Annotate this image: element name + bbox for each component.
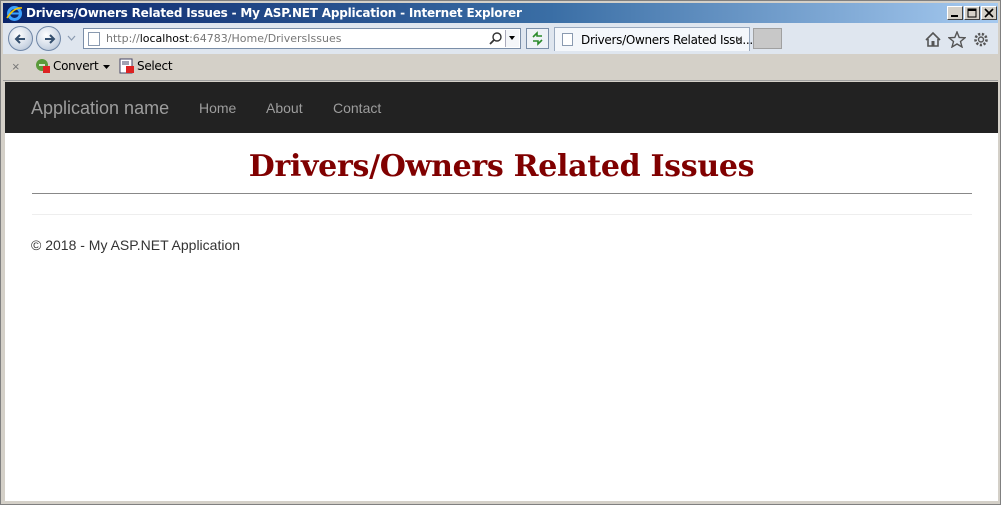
- page-heading: Drivers/Owners Related Issues: [248, 149, 755, 184]
- address-bar[interactable]: http://localhost:64783/Home/DriversIssue…: [83, 28, 521, 49]
- address-url[interactable]: http://localhost:64783/Home/DriversIssue…: [106, 32, 341, 45]
- back-arrow-icon: [14, 34, 25, 44]
- search-icon[interactable]: [489, 31, 503, 46]
- browser-window: Drivers/Owners Related Issues - My ASP.N…: [0, 0, 1001, 505]
- close-button[interactable]: [981, 6, 997, 20]
- tab-label: Drivers/Owners Related Issu...: [581, 33, 753, 47]
- page-icon: [88, 32, 100, 46]
- title-bar: Drivers/Owners Related Issues - My ASP.N…: [3, 3, 998, 23]
- chevron-down-icon: [509, 36, 515, 40]
- favorites-star-icon[interactable]: [948, 31, 966, 48]
- nav-about-link[interactable]: About: [266, 100, 303, 116]
- footer-divider: [32, 214, 972, 215]
- footer-text: © 2018 - My ASP.NET Application: [31, 237, 241, 253]
- maximize-icon: [967, 8, 977, 18]
- home-icon[interactable]: [924, 31, 942, 48]
- minimize-icon: [951, 15, 958, 17]
- maximize-button[interactable]: [964, 6, 980, 20]
- page-viewport: Application name Home About Contact Driv…: [5, 82, 998, 501]
- nav-contact-link[interactable]: Contact: [333, 100, 381, 116]
- minimize-button[interactable]: [947, 6, 963, 20]
- page-icon: [562, 33, 573, 46]
- gear-icon[interactable]: [972, 31, 990, 48]
- address-dropdown-button[interactable]: [505, 30, 519, 47]
- select-button[interactable]: Select: [137, 59, 173, 73]
- browser-tab-active[interactable]: Drivers/Owners Related Issu... ×: [554, 27, 753, 51]
- new-tab-button[interactable]: [753, 28, 782, 49]
- history-dropdown-icon[interactable]: [67, 33, 76, 42]
- forward-arrow-icon: [45, 34, 56, 44]
- internet-explorer-icon: [6, 6, 23, 21]
- tab-close-icon[interactable]: ×: [735, 31, 743, 47]
- window-title: Drivers/Owners Related Issues - My ASP.N…: [26, 6, 522, 20]
- convert-pdf-icon: [36, 59, 50, 73]
- convert-dropdown-icon[interactable]: [103, 65, 110, 70]
- heading-divider: [32, 193, 972, 194]
- refresh-button[interactable]: [526, 28, 549, 49]
- browser-navigation-bar: http://localhost:64783/Home/DriversIssue…: [3, 23, 998, 54]
- convert-button[interactable]: Convert: [53, 59, 99, 73]
- app-navbar: Application name Home About Contact: [5, 82, 998, 133]
- refresh-icon: [532, 31, 543, 46]
- command-bar: × Convert Select: [3, 54, 998, 81]
- nav-home-link[interactable]: Home: [199, 100, 236, 116]
- brand-link[interactable]: Application name: [31, 98, 169, 119]
- close-toolbar-icon[interactable]: ×: [12, 59, 20, 74]
- forward-button[interactable]: [36, 26, 61, 51]
- back-button[interactable]: [8, 26, 33, 51]
- close-icon: [984, 8, 994, 18]
- window-bottom-edge: [3, 501, 998, 504]
- select-pdf-icon: [119, 58, 134, 74]
